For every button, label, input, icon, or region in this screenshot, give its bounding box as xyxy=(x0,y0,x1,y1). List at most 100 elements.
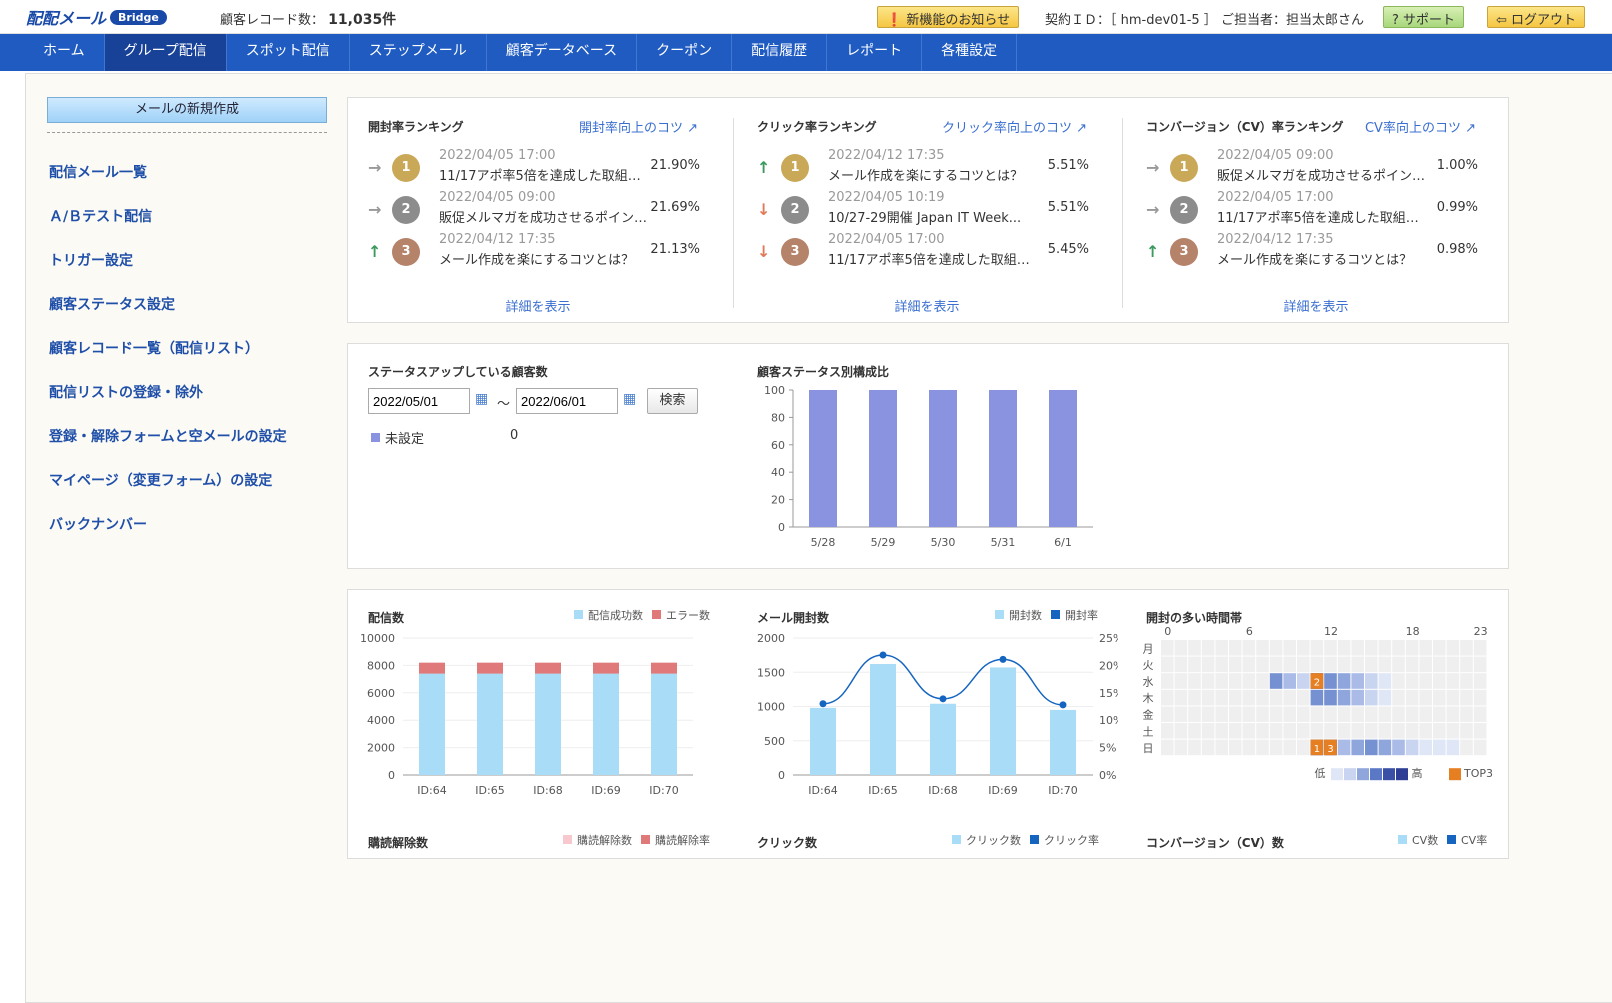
nav-tab[interactable]: グループ配信 xyxy=(104,34,227,71)
calendar-icon[interactable]: ▦ xyxy=(623,391,636,407)
bar-error xyxy=(593,662,619,674)
heat-cell xyxy=(1378,640,1392,656)
ranking-row[interactable]: → 2 2022/04/05 09:00 販促メルマガを成功させるポイント... 21.… xyxy=(368,190,718,230)
heat-cell xyxy=(1283,706,1296,722)
ranking-tip-link[interactable]: CV率向上のコツ ↗ xyxy=(1365,117,1476,136)
sidebar-link[interactable]: Ａ/Ｂテスト配信 xyxy=(49,206,339,250)
heat-cell xyxy=(1446,689,1460,706)
ranking-row[interactable]: ↑ 1 2022/04/12 17:35 メール作成を楽にするコツとは？ 5.51% xyxy=(757,148,1107,188)
app-logo[interactable]: 配配メール Bridge xyxy=(26,8,167,28)
sidebar-link[interactable]: 登録・解除フォームと空メールの設定 xyxy=(49,426,339,470)
ranking-tip-link[interactable]: 開封率向上のコツ ↗ xyxy=(579,117,698,136)
sidebar-link[interactable]: 顧客レコード一覧（配信リスト） xyxy=(49,338,339,382)
heat-cell xyxy=(1433,723,1446,739)
heat-cell xyxy=(1269,739,1283,756)
record-count: 顧客レコード数： 11,035件 xyxy=(220,9,396,29)
date-from-input[interactable] xyxy=(368,388,470,414)
ranking-row[interactable]: ↑ 3 2022/04/12 17:35 メール作成を楽にするコツとは？ 21.13% xyxy=(368,232,718,272)
ranking-date: 2022/04/05 17:00 xyxy=(828,232,945,247)
heat-cell xyxy=(1392,723,1405,739)
heat-cell xyxy=(1188,656,1201,673)
heat-cell xyxy=(1201,689,1215,706)
date-to-input[interactable] xyxy=(516,388,618,414)
rank-medal: 2 xyxy=(1170,196,1198,224)
sidebar-link[interactable]: 配信リストの登録・除外 xyxy=(49,382,339,426)
sidebar-link[interactable]: 配信メール一覧 xyxy=(49,162,339,206)
heat-cell xyxy=(1351,640,1364,656)
legend-swatch xyxy=(1357,768,1369,781)
top3-label: 2 xyxy=(1314,678,1320,689)
top3-label: 3 xyxy=(1327,744,1333,755)
sidebar-link[interactable]: バックナンバー xyxy=(49,514,339,558)
ranking-mail-title: メール作成を楽にするコツとは？ xyxy=(828,169,1024,184)
heat-cell xyxy=(1297,689,1310,706)
heat-cell xyxy=(1460,689,1473,706)
show-details-link[interactable]: 詳細を表示 xyxy=(737,296,1117,315)
weekday-label: 水 xyxy=(1143,676,1154,689)
heat-cell xyxy=(1201,656,1215,673)
delivery-bar-chart: 0 2000 4000 6000 8000 10000 ID:64 ID:65 ID:68 ID:… xyxy=(360,632,693,797)
news-button[interactable]: ❗ 新機能のお知らせ xyxy=(877,6,1020,28)
support-button[interactable]: ? サポート xyxy=(1383,6,1465,28)
ranking-column: 開封率ランキング 開封率向上のコツ ↗ → 1 2022/04/05 17:00 11/1… xyxy=(348,98,728,328)
nav-tab[interactable]: 各種設定 xyxy=(922,34,1018,71)
bar xyxy=(930,703,956,775)
ranking-column: コンバージョン（CV）率ランキング CV率向上のコツ ↗ → 1 2022/04/05 … xyxy=(1126,98,1506,328)
heat-cell xyxy=(1460,656,1473,673)
heat-cell xyxy=(1365,706,1378,722)
heat-cell xyxy=(1446,656,1460,673)
ranking-row[interactable]: → 2 2022/04/05 17:00 11/17アポ率5倍を達成した取組み... 0… xyxy=(1146,190,1496,230)
ranking-row[interactable]: → 1 2022/04/05 09:00 販促メルマガを成功させるポイント... 1.0… xyxy=(1146,148,1496,188)
heat-cell xyxy=(1365,723,1378,739)
y2-tick-label: 0% xyxy=(1099,769,1116,782)
heat-cell xyxy=(1215,739,1228,756)
heat-cell xyxy=(1324,656,1337,673)
heat-cell xyxy=(1310,640,1324,656)
heat-cell xyxy=(1473,640,1487,656)
sidebar-link[interactable]: 顧客ステータス設定 xyxy=(49,294,339,338)
nav-tab[interactable]: レポート xyxy=(827,34,923,71)
nav-tab[interactable]: 顧客データベース xyxy=(487,34,638,71)
nav-tab[interactable]: ステップメール xyxy=(350,34,487,71)
calendar-icon[interactable]: ▦ xyxy=(475,391,488,407)
sidebar-link[interactable]: トリガー設定 xyxy=(49,250,339,294)
ranking-tip-link[interactable]: クリック率向上のコツ ↗ xyxy=(942,117,1087,136)
y2-tick-label: 20% xyxy=(1099,659,1118,672)
heat-cell xyxy=(1337,706,1351,722)
legend-label: CV率 xyxy=(1461,834,1488,847)
ranking-value: 5.45% xyxy=(1047,242,1089,257)
new-mail-button[interactable]: メールの新規作成 xyxy=(47,97,327,123)
analytics-panel: 配信数 配信成功数 エラー数 0 2000 4000 6000 8000 10000 ID:… xyxy=(347,589,1509,859)
heat-cell xyxy=(1392,656,1405,673)
x-tick-label: ID:64 xyxy=(417,784,446,797)
hour-tick-label: 18 xyxy=(1406,625,1420,638)
logout-button[interactable]: ⇦ ログアウト xyxy=(1487,6,1586,28)
nav-tab[interactable]: クーポン xyxy=(637,34,733,71)
logo-badge: Bridge xyxy=(110,9,167,25)
ranking-value: 21.90% xyxy=(650,158,700,173)
ranking-title: 開封率ランキング xyxy=(368,120,464,134)
y-tick-label: 20 xyxy=(771,494,785,507)
legend-low-label: 低 xyxy=(1315,767,1326,780)
ranking-row[interactable]: ↓ 3 2022/04/05 17:00 11/17アポ率5倍を達成した取組み... 5… xyxy=(757,232,1107,272)
sidebar-link[interactable]: マイページ（変更フォーム）の設定 xyxy=(49,470,339,514)
ranking-row[interactable]: ↓ 2 2022/04/05 10:19 10/27-29開催 Japan IT We… xyxy=(757,190,1107,230)
nav-tab[interactable]: 配信履歴 xyxy=(732,34,828,71)
top-header: 配配メール Bridge 顧客レコード数： 11,035件 ❗ 新機能のお知らせ… xyxy=(0,0,1612,34)
show-details-link[interactable]: 詳細を表示 xyxy=(1126,296,1506,315)
search-button[interactable]: 検索 xyxy=(647,388,698,414)
ranking-row[interactable]: ↑ 3 2022/04/12 17:35 メール作成を楽にするコツとは？ 0.98% xyxy=(1146,232,1496,272)
y2-tick-label: 10% xyxy=(1099,714,1118,727)
nav-tab[interactable]: スポット配信 xyxy=(227,34,350,71)
heat-cell xyxy=(1419,689,1432,706)
heat-cell xyxy=(1310,689,1324,706)
heat-cell xyxy=(1419,656,1432,673)
x-tick-label: 5/28 xyxy=(811,536,836,549)
ranking-row[interactable]: → 1 2022/04/05 17:00 11/17アポ率5倍を達成した取組み... 2… xyxy=(368,148,718,188)
bar-error xyxy=(419,662,445,674)
legend-swatch xyxy=(652,610,661,619)
heat-cell xyxy=(1310,656,1324,673)
nav-tab[interactable]: ホーム xyxy=(24,34,105,71)
heat-cell xyxy=(1405,673,1419,689)
show-details-link[interactable]: 詳細を表示 xyxy=(348,296,728,315)
